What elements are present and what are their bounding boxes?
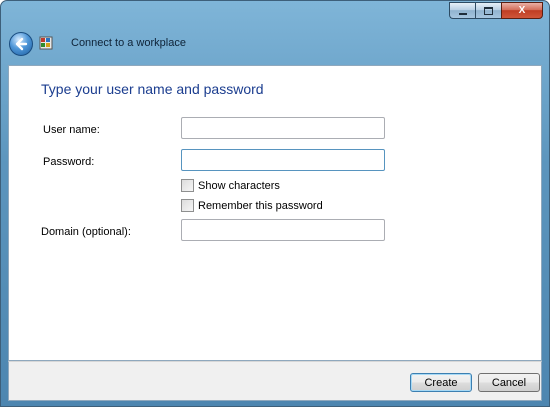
page-heading: Type your user name and password <box>41 81 264 97</box>
password-label: Password: <box>43 156 95 168</box>
remember-password-checkbox[interactable] <box>181 199 194 212</box>
cancel-button[interactable]: Cancel <box>478 373 540 392</box>
content-pane: Type your user name and password User na… <box>8 65 542 361</box>
close-icon: X <box>518 5 526 16</box>
button-bar: Create Cancel <box>8 361 542 401</box>
show-characters-label: Show characters <box>198 179 280 192</box>
username-field-frame <box>181 117 385 139</box>
caption-buttons: X <box>449 2 543 19</box>
password-field-frame <box>181 149 385 171</box>
back-button[interactable] <box>9 32 33 56</box>
minimize-button[interactable] <box>449 2 475 19</box>
remember-password-option[interactable]: Remember this password <box>181 199 323 212</box>
remember-password-label: Remember this password <box>198 199 323 212</box>
show-characters-option[interactable]: Show characters <box>181 179 280 192</box>
domain-label: Domain (optional): <box>41 226 131 238</box>
maximize-button[interactable] <box>475 2 501 19</box>
show-characters-checkbox[interactable] <box>181 179 194 192</box>
minimize-icon <box>458 12 467 15</box>
close-button[interactable]: X <box>501 2 543 19</box>
window-title: Connect to a workplace <box>71 37 186 49</box>
dialog-window: X Connect to a workplace Type your user … <box>0 0 550 407</box>
create-button[interactable]: Create <box>410 373 472 392</box>
maximize-icon <box>484 6 493 15</box>
domain-field-frame <box>181 219 385 241</box>
username-input[interactable] <box>182 118 384 138</box>
title-bar[interactable]: X Connect to a workplace <box>1 1 549 65</box>
domain-input[interactable] <box>182 220 384 240</box>
password-input[interactable] <box>182 150 384 170</box>
network-workplace-icon <box>39 36 53 50</box>
username-label: User name: <box>43 124 100 136</box>
back-arrow-icon <box>15 37 28 51</box>
